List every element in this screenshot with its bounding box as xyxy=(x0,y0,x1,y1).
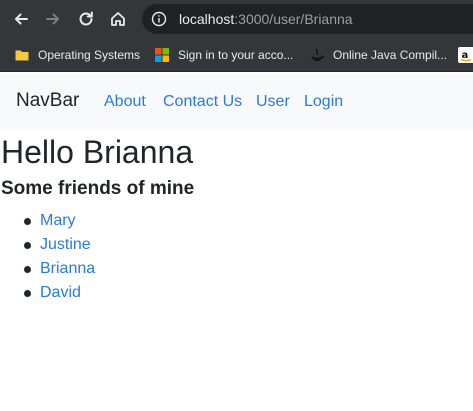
url-host: localhost xyxy=(179,11,235,27)
list-item: Mary xyxy=(0,210,200,234)
list-item: Brianna xyxy=(0,258,200,282)
friend-link-mary[interactable]: Mary xyxy=(40,212,76,230)
info-icon[interactable] xyxy=(151,11,167,27)
friend-link-justine[interactable]: Justine xyxy=(40,236,91,254)
java-icon xyxy=(311,48,324,61)
bullet-icon xyxy=(24,266,31,273)
nav-link-login[interactable]: Login xyxy=(304,93,343,111)
bookmark-amazon[interactable]: a xyxy=(458,38,473,71)
browser-toolbar: localhost:3000/user/Brianna xyxy=(0,0,473,38)
nav-link-user[interactable]: User xyxy=(256,93,290,111)
bullet-icon xyxy=(24,242,31,249)
svg-text:a: a xyxy=(462,50,469,61)
back-button[interactable] xyxy=(10,8,32,30)
bookmark-operating-systems[interactable]: Operating Systems xyxy=(14,38,141,71)
forward-button[interactable] xyxy=(42,8,64,30)
address-bar[interactable]: localhost:3000/user/Brianna xyxy=(142,4,473,34)
navbar-brand[interactable]: NavBar xyxy=(16,90,79,112)
bullet-icon xyxy=(24,218,31,225)
bookmarks-bar: Operating Systems Sign in to your acco..… xyxy=(0,38,473,72)
home-icon xyxy=(111,12,125,26)
reload-icon xyxy=(79,11,93,26)
friend-link-brianna[interactable]: Brianna xyxy=(40,260,95,278)
nav-link-about[interactable]: About xyxy=(104,93,146,111)
list-item: Justine xyxy=(0,234,200,258)
page-title: Hello Brianna xyxy=(1,134,194,170)
folder-icon xyxy=(15,50,29,61)
amazon-icon: a xyxy=(458,47,473,63)
site-navbar: NavBar About Contact Us User Login xyxy=(0,73,473,130)
reload-button[interactable] xyxy=(75,8,97,30)
list-item: David xyxy=(0,282,200,306)
forward-arrow-icon xyxy=(46,13,59,25)
bookmark-online-java-compiler[interactable]: Online Java Compil... xyxy=(309,38,448,71)
bookmark-label: Operating Systems xyxy=(38,48,141,62)
friends-heading: Some friends of mine xyxy=(1,178,195,199)
bookmark-label: Online Java Compil... xyxy=(333,48,448,62)
microsoft-logo-icon xyxy=(155,48,169,62)
friend-link-david[interactable]: David xyxy=(40,284,81,302)
bullet-icon xyxy=(24,290,31,297)
bookmark-label: Sign in to your acco... xyxy=(178,48,294,62)
nav-link-contact-us[interactable]: Contact Us xyxy=(163,93,242,111)
url-path: :3000/user/Brianna xyxy=(234,11,353,27)
back-arrow-icon xyxy=(15,13,28,25)
home-button[interactable] xyxy=(107,8,129,30)
bookmark-microsoft-signin[interactable]: Sign in to your acco... xyxy=(154,38,294,71)
